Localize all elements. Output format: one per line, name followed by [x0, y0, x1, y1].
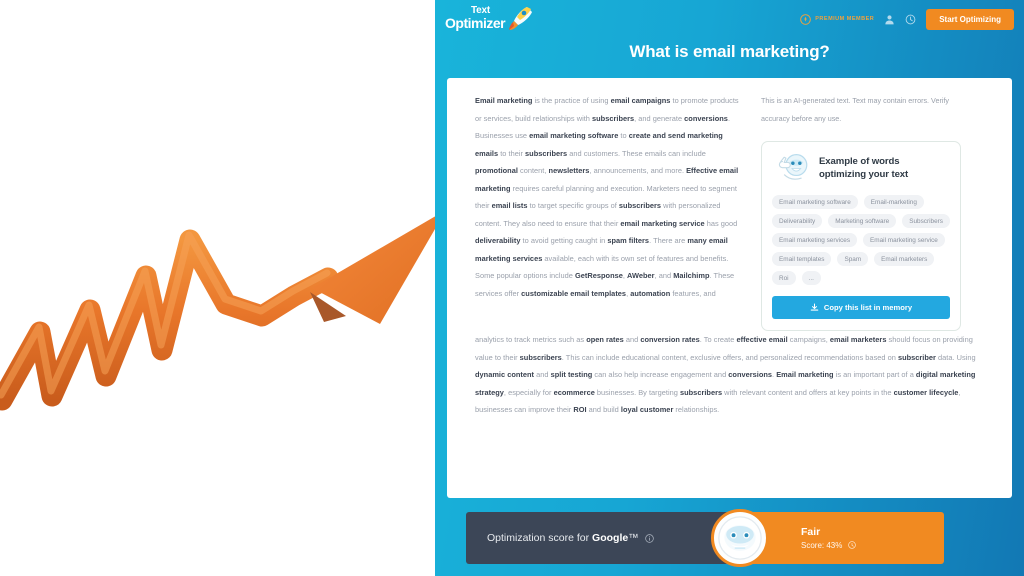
keywords-title-line1: Example of words — [819, 156, 900, 167]
copy-list-label: Copy this list in memory — [823, 303, 913, 312]
keyword-tag[interactable]: ... — [801, 271, 821, 285]
score-label-suffix: ™ — [628, 532, 639, 544]
app-header: Text Optimizer PREMIUM MEMBER Start Opti… — [435, 0, 1024, 38]
keyword-tag[interactable]: Email-marketing — [863, 195, 924, 209]
header-right-group: PREMIUM MEMBER Start Optimizing — [800, 8, 1014, 30]
info-icon[interactable] — [847, 541, 856, 550]
logo-text-bottom: Optimizer — [445, 15, 506, 31]
text-optimizer-app-window: Text Optimizer PREMIUM MEMBER Start Opti… — [435, 0, 1024, 576]
score-label-engine: Google — [592, 532, 629, 544]
keyword-tag[interactable]: Email marketing services — [772, 233, 858, 247]
score-label-prefix: Optimization score for — [487, 532, 593, 544]
keyword-tag[interactable]: Deliverability — [772, 214, 823, 228]
keyword-tag[interactable]: Roi — [772, 271, 796, 285]
keyword-tag-list: Email marketing software Email-marketing D… — [772, 195, 950, 285]
score-bar-right: Fair Score: 43% — [739, 512, 944, 564]
screenshot-root: Text Optimizer PREMIUM MEMBER Start Opti… — [0, 0, 1024, 576]
keyword-tag[interactable]: Subscribers — [902, 214, 950, 228]
info-icon[interactable] — [644, 534, 654, 543]
premium-member-label: PREMIUM MEMBER — [815, 16, 875, 22]
copy-list-button[interactable]: Copy this list in memory — [772, 296, 950, 319]
article-wide-paragraph: analytics to track metrics such as open … — [475, 335, 976, 414]
score-bar-left: Optimization score for Google™ — [466, 512, 739, 564]
article-content-card: Email marketing is the practice of using… — [447, 78, 1012, 498]
optimization-score-bar: Optimization score for Google™ Fair Scor… — [466, 509, 944, 567]
help-clock-icon[interactable] — [905, 14, 916, 25]
keyword-tag[interactable]: Email marketing software — [772, 195, 858, 209]
user-account-icon[interactable] — [884, 14, 895, 25]
keyword-tag[interactable]: Email templates — [772, 252, 832, 266]
robot-thumbs-up-icon — [778, 153, 808, 180]
premium-medal-icon — [800, 13, 812, 25]
optimization-score-label: Optimization score for Google™ — [487, 532, 654, 544]
keyword-tag[interactable]: Marketing software — [828, 214, 897, 228]
page-title: What is email marketing? — [629, 42, 830, 61]
premium-member-badge[interactable]: PREMIUM MEMBER — [800, 13, 875, 25]
ai-generated-disclaimer: This is an AI-generated text. Text may c… — [761, 96, 950, 123]
brand-logo[interactable]: Text Optimizer — [445, 4, 532, 34]
article-text-column: Email marketing is the practice of using… — [475, 92, 743, 331]
article-narrow-paragraph: Email marketing is the practice of using… — [475, 96, 739, 298]
article-side-column: This is an AI-generated text. Text may c… — [761, 92, 961, 331]
keyword-tag[interactable]: Email marketing service — [863, 233, 945, 247]
keyword-tag[interactable]: Spam — [837, 252, 869, 266]
orange-zigzag-growth-arrow — [0, 210, 446, 411]
rocket-icon — [509, 7, 532, 30]
score-value: Score: 43% — [801, 539, 856, 552]
keyword-tag[interactable]: Email marketers — [874, 252, 935, 266]
robot-face-icon — [718, 516, 762, 560]
example-keywords-panel: Example of words optimizing your text Em… — [761, 141, 961, 331]
start-optimizing-button[interactable]: Start Optimizing — [926, 8, 1014, 30]
score-value-text: Score: 43% — [801, 540, 843, 550]
score-rating: Fair — [801, 525, 821, 538]
download-icon — [810, 303, 819, 311]
keywords-panel-title: Example of words optimizing your text — [819, 156, 908, 181]
score-mascot — [711, 509, 769, 567]
keywords-title-line2: optimizing your text — [819, 168, 909, 180]
